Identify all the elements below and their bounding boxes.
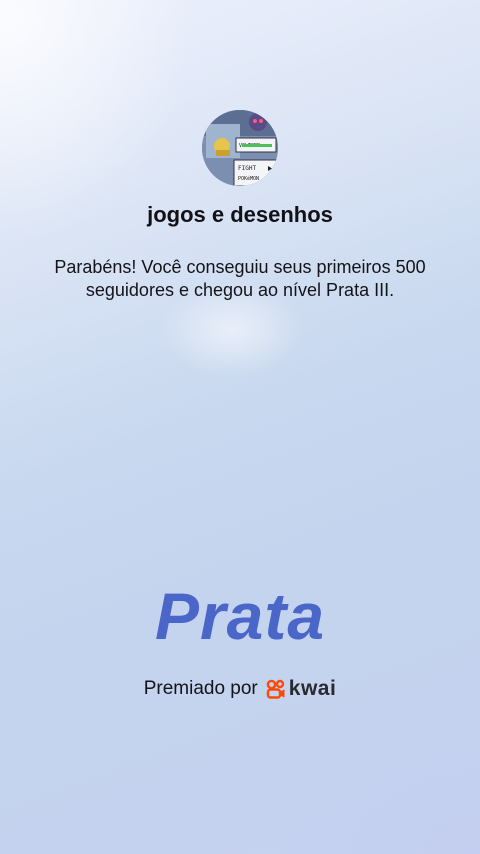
avatar-menu-pokemon: POKéMON [238, 175, 259, 182]
achievement-screen: VOLTORB FIGHT POKéMON jogos e desenhos P… [0, 0, 480, 854]
level-title: Prata [154, 579, 326, 653]
avatar-image: VOLTORB FIGHT POKéMON [202, 110, 278, 186]
username[interactable]: jogos e desenhos [0, 200, 480, 230]
kwai-brand-name: kwai [288, 677, 337, 700]
award-label: Premiado por [143, 678, 258, 699]
kwai-brand: kwai [266, 677, 337, 701]
kwai-logo-icon [266, 679, 285, 699]
achievement-message: Parabéns! Você conseguiu seus primeiros … [54, 257, 426, 300]
award-row: Premiado por kwai [0, 674, 480, 704]
avatar[interactable]: VOLTORB FIGHT POKéMON [202, 110, 278, 186]
avatar-menu-fight: FIGHT [238, 165, 256, 172]
